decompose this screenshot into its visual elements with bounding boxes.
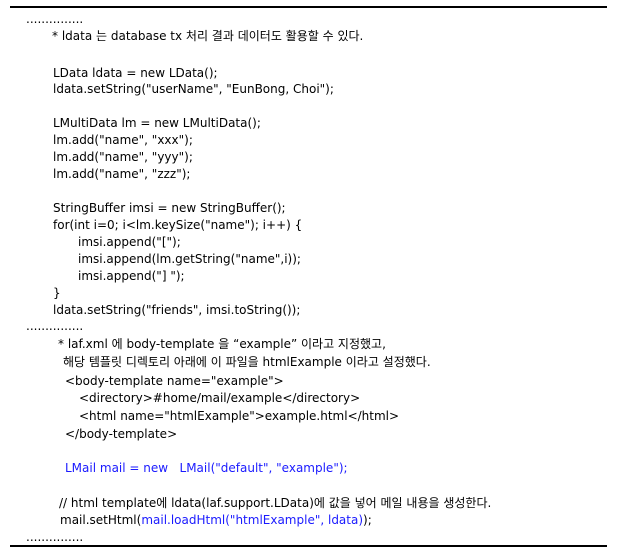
code-line: imsi.append("["); <box>78 235 181 249</box>
xml-line: </body-template> <box>65 427 178 441</box>
xml-line: <directory>#home/mail/example</directory… <box>79 391 361 405</box>
code-line: LMultiData lm = new LMultiData(); <box>53 116 261 130</box>
note-laf-xml: * laf.xml 에 body-template 을 “example” 이라… <box>58 337 386 351</box>
sethtml-loadhtml-call: mail.loadHtml("htmlExample", ldata) <box>141 513 364 527</box>
note-ldata-tx: * ldata 는 database tx 처리 결과 데이터도 활용할 수 있… <box>52 29 364 43</box>
xml-line: <body-template name="example"> <box>65 374 284 388</box>
code-line: LData ldata = new LData(); <box>53 66 218 80</box>
sethtml-suffix: ); <box>363 513 372 527</box>
code-line: imsi.append("] "); <box>78 269 185 283</box>
separator-dots-top: ............... <box>26 12 84 26</box>
separator-dots-bottom: ............... <box>26 530 84 544</box>
code-lmail-create: LMail mail = new LMail("default", "examp… <box>65 461 348 475</box>
code-line: imsi.append(lm.getString("name",i)); <box>78 252 301 266</box>
code-sethtml-line: mail.setHtml(mail.loadHtml("htmlExample"… <box>60 513 372 527</box>
code-line: lm.add("name", "yyy"); <box>53 150 193 164</box>
code-line: lm.add("name", "zzz"); <box>53 167 191 181</box>
note-template-dir: 해당 템플릿 디렉토리 아래에 이 파일을 htmlExample 이라고 설정… <box>63 355 431 369</box>
sethtml-prefix: mail.setHtml( <box>60 513 142 527</box>
code-line: } <box>53 286 61 300</box>
separator-dots-mid: ............... <box>26 319 84 333</box>
code-line: for(int i=0; i<lm.keySize("name"); i++) … <box>53 218 303 232</box>
code-comment: // html template에 ldata(laf.support.LDat… <box>59 496 492 510</box>
code-line: ldata.setString("friends", imsi.toString… <box>53 303 301 317</box>
code-line: ldata.setString("userName", "EunBong, Ch… <box>53 82 334 96</box>
code-line: lm.add("name", "xxx"); <box>53 133 193 147</box>
xml-line: <html name="htmlExample">example.html</h… <box>79 409 400 423</box>
code-line: StringBuffer imsi = new StringBuffer(); <box>53 201 286 215</box>
